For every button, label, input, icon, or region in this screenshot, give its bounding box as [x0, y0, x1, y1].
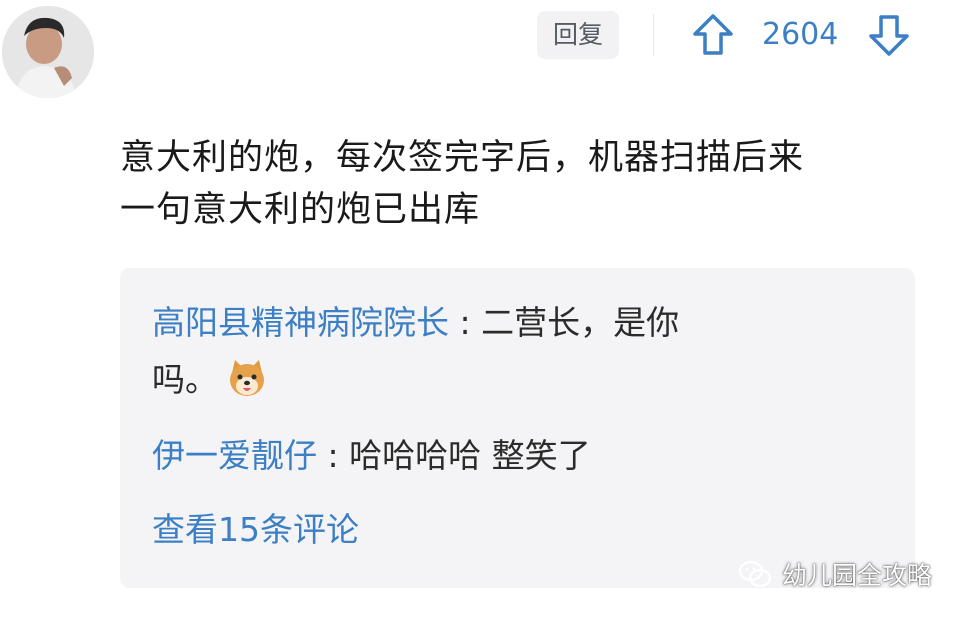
watermark: 幼儿园全攻略 — [738, 556, 932, 592]
reply-text: 二营长，是你 — [481, 303, 680, 342]
reply-author[interactable]: 高阳县精神病院院长 — [152, 303, 449, 342]
reply-author[interactable]: 伊一爱靓仔 — [152, 436, 317, 475]
comment-line: 一句意大利的炮已出库 — [120, 190, 481, 230]
wechat-icon — [738, 560, 772, 588]
vote-count: 2604 — [762, 17, 839, 52]
comment-line: 意大利的炮，每次签完字后，机器扫描后来 — [120, 138, 805, 178]
reply-item[interactable]: 伊一爱靓仔 : 哈哈哈哈 整笑了 — [152, 428, 591, 484]
comment-body: 意大利的炮，每次签完字后，机器扫描后来 一句意大利的炮已出库 — [120, 132, 920, 236]
reply-item[interactable]: 高阳县精神病院院长 : 二营长，是你 — [152, 295, 679, 351]
divider — [653, 14, 654, 56]
arrow-down-icon[interactable] — [866, 12, 912, 58]
reply-text: 吗。 — [152, 360, 218, 399]
dog-emoji-icon — [226, 357, 268, 399]
reply-separator: : — [449, 303, 482, 342]
reply-text: 哈哈哈哈 整笑了 — [349, 436, 591, 475]
reply-separator: : — [317, 436, 350, 475]
watermark-text: 幼儿园全攻略 — [782, 561, 933, 590]
avatar[interactable] — [2, 6, 94, 98]
reply-item-continuation: 吗。 — [152, 352, 268, 408]
avatar-image — [2, 6, 94, 98]
view-more-comments-link[interactable]: 查看15条评论 — [152, 502, 359, 558]
comment-screen: 回复 2604 意大利的炮，每次签完字后，机器扫描后来 一句意大利的炮已出库 高… — [0, 0, 960, 617]
arrow-up-icon[interactable] — [690, 12, 736, 58]
reply-button[interactable]: 回复 — [537, 11, 619, 59]
